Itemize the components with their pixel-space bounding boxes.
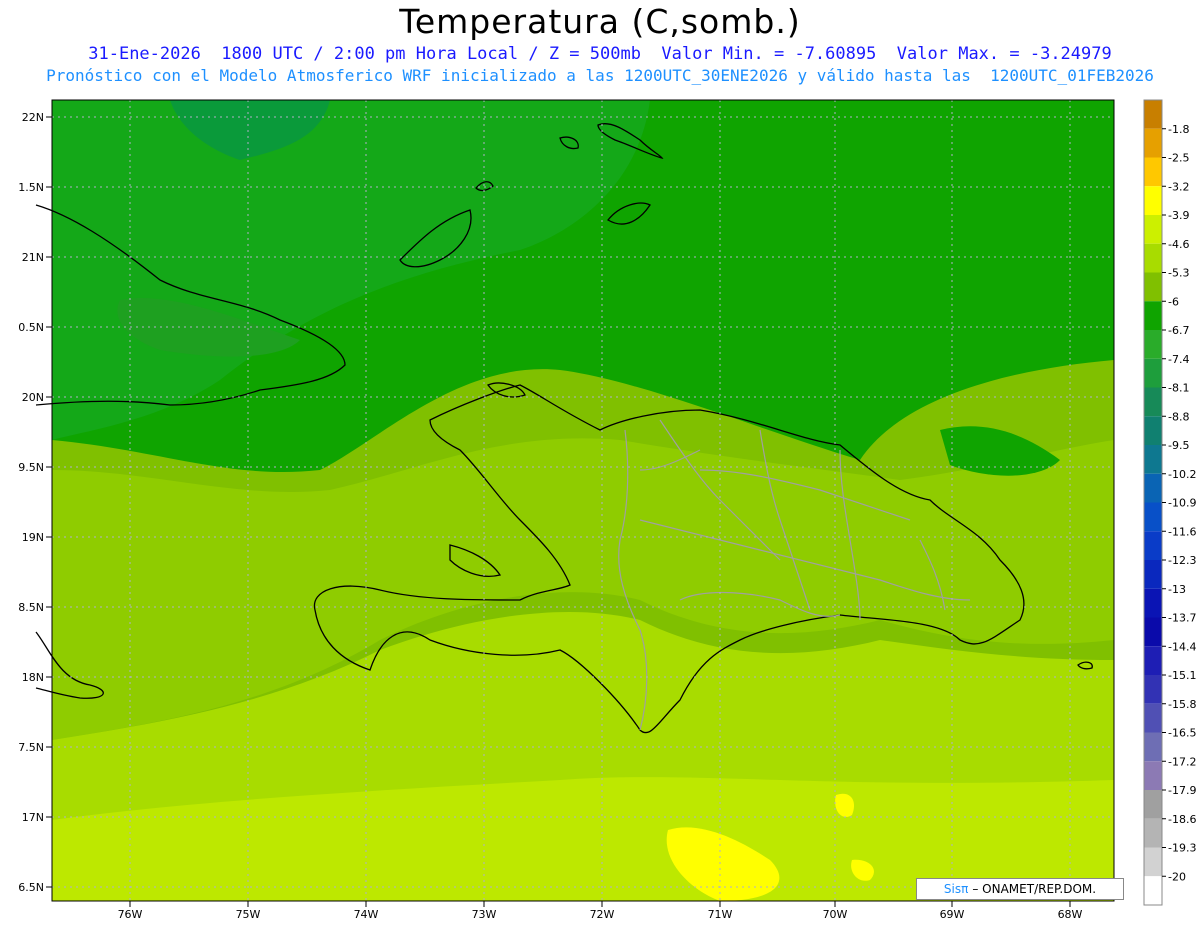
colorbar-label: -4.6	[1168, 238, 1189, 251]
lat-label: 20N	[22, 391, 44, 404]
lat-label: 17N	[22, 811, 44, 824]
colorbar-label: -9.5	[1168, 439, 1189, 452]
colorbar-swatch	[1144, 100, 1162, 129]
colorbar-label: -7.4	[1168, 353, 1189, 366]
lat-label: 1.5N	[18, 181, 44, 194]
colorbar-label: -6.7	[1168, 324, 1189, 337]
lon-label: 69W	[940, 908, 965, 921]
lon-label: 72W	[590, 908, 615, 921]
colorbar-label: -5.3	[1168, 267, 1189, 280]
lon-label: 71W	[708, 908, 733, 921]
colorbar-swatch	[1144, 703, 1162, 733]
colorbar-swatch	[1144, 416, 1162, 445]
lat-label: 19N	[22, 531, 44, 544]
lon-label: 68W	[1058, 908, 1083, 921]
lon-label: 73W	[472, 908, 497, 921]
lat-label: 18N	[22, 671, 44, 684]
colorbar-label: -8.1	[1168, 382, 1189, 395]
colorbar-swatch	[1144, 790, 1162, 819]
latitude-labels: 22N 1.5N 21N 0.5N 20N 9.5N 19N 8.5N 18N 7.5N 17N 6.…	[18, 111, 52, 894]
colorbar-swatch	[1144, 128, 1162, 158]
colorbar-label: -19.3	[1168, 842, 1196, 855]
colorbar-label: -12.3	[1168, 554, 1196, 567]
colorbar-label: -10.2	[1168, 468, 1196, 481]
colorbar-label: -3.9	[1168, 209, 1189, 222]
colorbar-label: -13.7	[1168, 612, 1196, 625]
colorbar-label: -13	[1168, 583, 1186, 596]
colorbar-swatch	[1144, 646, 1162, 675]
colorbar-swatch	[1144, 732, 1162, 762]
colorbar-swatch	[1144, 358, 1162, 388]
colorbar: -1.8 -2.5 -3.2 -3.9 -4.6 -5.3 -6 -6.7 -7.4 -8.1 -8…	[1143, 99, 1196, 906]
colorbar-swatch	[1144, 157, 1162, 187]
temperature-map: 22N 1.5N 21N 0.5N 20N 9.5N 19N 8.5N 18N 7.5N 17N 6.…	[18, 99, 1196, 921]
lon-label: 74W	[354, 908, 379, 921]
colorbar-label: -1.8	[1168, 123, 1189, 136]
colorbar-swatch	[1144, 560, 1162, 589]
lat-label: 9.5N	[18, 461, 44, 474]
colorbar-label: -18.6	[1168, 813, 1196, 826]
colorbar-swatch	[1144, 761, 1162, 790]
colorbar-swatch	[1144, 588, 1162, 618]
colorbar-swatch	[1144, 387, 1162, 417]
lat-label: 0.5N	[18, 321, 44, 334]
colorbar-label: -10.9	[1168, 497, 1196, 510]
colorbar-label: -2.5	[1168, 152, 1189, 165]
colorbar-label: -15.1	[1168, 669, 1196, 682]
colorbar-swatch	[1144, 502, 1162, 532]
credit-box: Sisπ – ONAMET/REP.DOM.	[916, 878, 1124, 900]
colorbar-swatch	[1144, 301, 1162, 330]
lat-label: 8.5N	[18, 601, 44, 614]
colorbar-swatch	[1144, 847, 1162, 877]
colorbar-swatch	[1144, 675, 1162, 704]
lat-label: 22N	[22, 111, 44, 124]
colorbar-label: -17.9	[1168, 784, 1196, 797]
colorbar-swatch	[1144, 272, 1162, 302]
longitude-labels: 76W 75W 74W 73W 72W 71W 70W 69W 68W	[118, 901, 1083, 921]
colorbar-swatch	[1144, 617, 1162, 647]
colorbar-swatch	[1144, 330, 1162, 359]
colorbar-label: -3.2	[1168, 180, 1189, 193]
colorbar-swatch	[1144, 215, 1162, 244]
colorbar-swatch	[1144, 818, 1162, 848]
colorbar-label: -17.2	[1168, 755, 1196, 768]
lon-label: 76W	[118, 908, 143, 921]
colorbar-label: -15.8	[1168, 698, 1196, 711]
colorbar-label: -16.5	[1168, 727, 1196, 740]
lat-label: 6.5N	[18, 881, 44, 894]
colorbar-swatch	[1144, 445, 1162, 474]
colorbar-label: -11.6	[1168, 525, 1196, 538]
lon-label: 70W	[823, 908, 848, 921]
colorbar-swatch	[1144, 186, 1162, 215]
colorbar-label: -8.8	[1168, 410, 1189, 423]
lat-label: 7.5N	[18, 741, 44, 754]
lat-label: 21N	[22, 251, 44, 264]
credit-text: – ONAMET/REP.DOM.	[972, 882, 1097, 896]
sispi-logo-text: Sisπ	[943, 882, 969, 896]
colorbar-swatch	[1144, 876, 1162, 905]
colorbar-swatch	[1144, 531, 1162, 560]
shaded-field	[52, 100, 1114, 901]
lon-label: 75W	[236, 908, 261, 921]
colorbar-swatch	[1144, 243, 1162, 273]
colorbar-label: -20	[1168, 870, 1186, 883]
colorbar-label: -14.4	[1168, 640, 1196, 653]
colorbar-label: -6	[1168, 295, 1179, 308]
colorbar-swatch	[1144, 473, 1162, 503]
